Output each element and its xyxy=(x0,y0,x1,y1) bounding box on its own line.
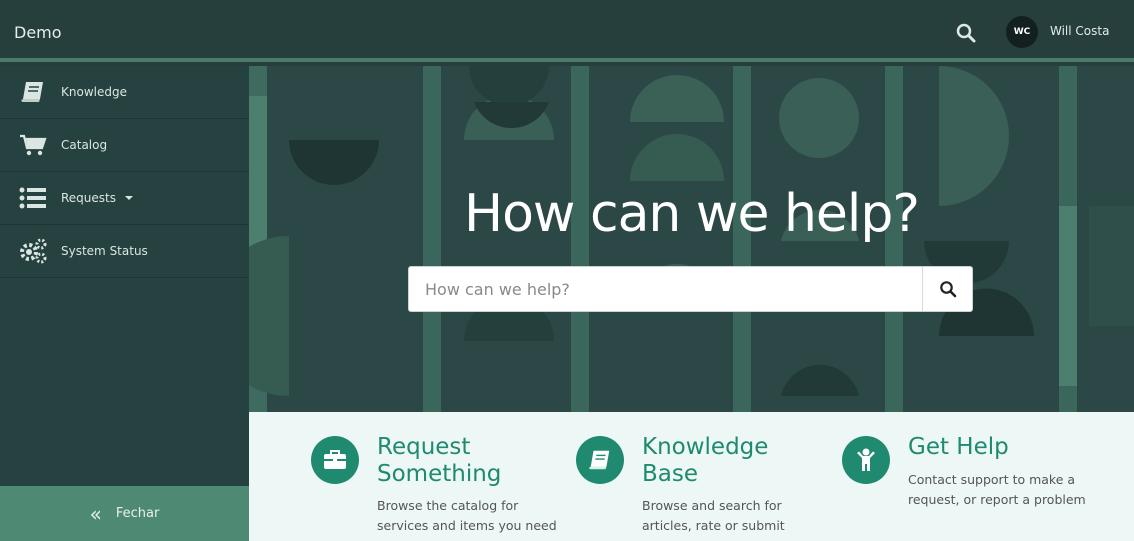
book-icon xyxy=(576,436,624,484)
briefcase-icon xyxy=(311,436,359,484)
brand-title[interactable]: Demo xyxy=(14,23,62,42)
avatar[interactable]: WC xyxy=(1006,16,1038,48)
hero-banner: How can we help? xyxy=(249,66,1134,412)
quick-links: Request Something Browse the catalog for s… xyxy=(249,412,1134,541)
sidebar-item-requests[interactable]: Requests xyxy=(0,172,249,225)
sidebar-item-label: Requests xyxy=(61,191,116,205)
card-title[interactable]: Request Something xyxy=(377,434,501,488)
sidebar-item-label: Knowledge xyxy=(61,85,127,99)
close-sidebar-button[interactable]: « Fechar xyxy=(0,486,249,541)
book-icon xyxy=(18,79,48,105)
hero-title: How can we help? xyxy=(464,184,920,244)
top-bar: Demo WC Will Costa xyxy=(0,0,1134,62)
card-title[interactable]: Knowledge Base xyxy=(642,434,768,488)
cart-icon xyxy=(18,132,48,158)
sidebar-item-catalog[interactable]: Catalog xyxy=(0,119,249,172)
double-chevron-left-icon: « xyxy=(89,501,102,526)
chevron-down-icon[interactable] xyxy=(125,196,133,200)
card-title[interactable]: Get Help xyxy=(908,434,1009,461)
card-description: Contact support to make a request, or rep… xyxy=(908,472,1086,507)
search-icon xyxy=(939,281,956,298)
list-icon xyxy=(18,185,48,211)
sidebar-item-knowledge[interactable]: Knowledge xyxy=(0,66,249,119)
card-description: Browse the catalog for services and items… xyxy=(377,498,557,533)
card-description: Browse and search for articles, rate or s… xyxy=(642,498,785,533)
user-name[interactable]: Will Costa xyxy=(1050,24,1109,38)
sidebar-item-label: Catalog xyxy=(61,138,108,152)
person-icon xyxy=(842,436,890,484)
gears-icon xyxy=(18,238,48,264)
sidebar: Knowledge Catalog Requests System Status… xyxy=(0,66,249,541)
hero-search-box xyxy=(408,266,973,312)
sidebar-item-system-status[interactable]: System Status xyxy=(0,225,249,278)
search-icon[interactable] xyxy=(955,22,977,44)
sidebar-item-label: System Status xyxy=(61,244,148,258)
search-button[interactable] xyxy=(922,267,972,311)
close-label: Fechar xyxy=(115,506,160,521)
search-input[interactable] xyxy=(409,267,923,311)
